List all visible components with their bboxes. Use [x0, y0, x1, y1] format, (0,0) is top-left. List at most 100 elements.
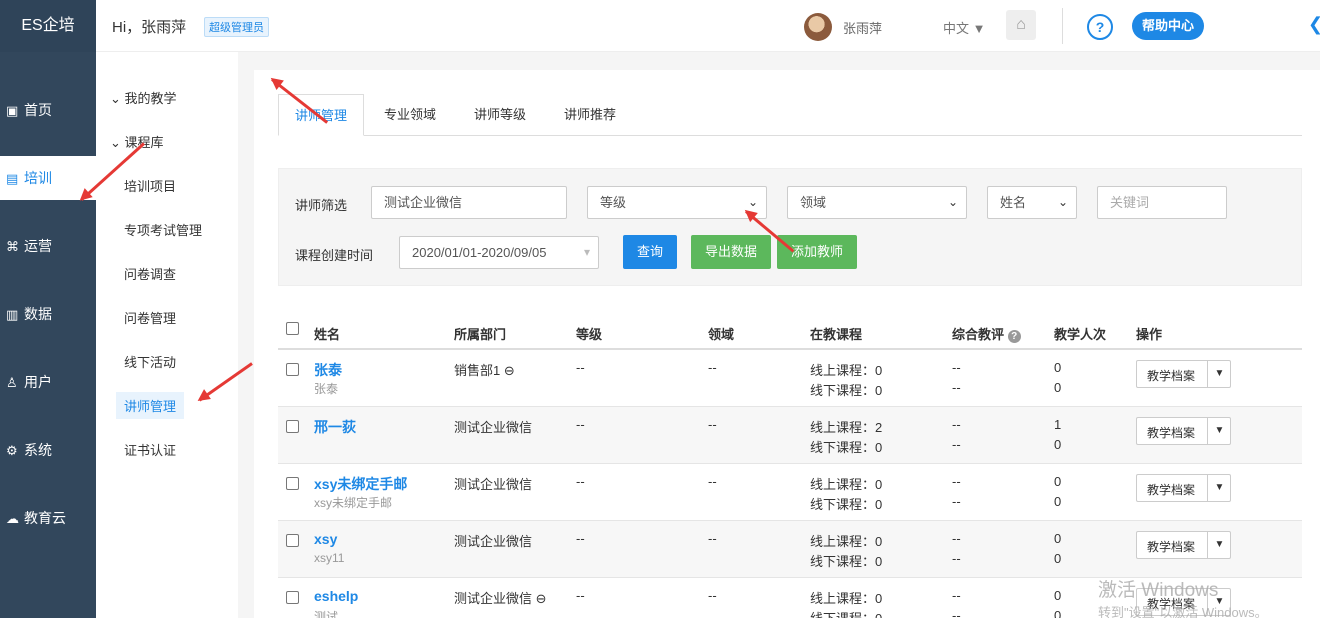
filter-panel: 讲师筛选 测试企业微信 等级 ⌄ 领域 ⌄ 姓名 ⌄ 关键词 课程创建时间 2020/… [278, 168, 1302, 286]
row-checkbox[interactable] [286, 477, 299, 490]
caret-down-icon[interactable]: ▼ [1207, 532, 1231, 558]
teaching-archive-button[interactable]: 教学档案 [1147, 424, 1195, 441]
left-nav: ES企培 ▣ 首页 ▤ 培训 ⌘ 运营 ▥ 数据 ♙ 用户 ⚙ 系统 ☁ 教育云 [0, 0, 96, 618]
home-icon[interactable]: ⌂ [1006, 10, 1036, 40]
chart-icon: ▣ [6, 103, 19, 118]
row-checkbox[interactable] [286, 591, 299, 604]
subnav-item[interactable]: 证书认证 [124, 440, 176, 459]
nav-item-edu-cloud[interactable]: ☁ 教育云 [0, 496, 96, 540]
eval-offline: -- [952, 380, 961, 395]
cloud-icon: ☁ [6, 511, 19, 526]
online-count: 0 [875, 363, 883, 378]
teacher-name-link[interactable]: xsy [314, 531, 337, 547]
table-row: 邢一荻 测试企业微信 -- -- 线上课程：2 线下课程：0 -- -- 1 0… [278, 407, 1302, 464]
dept: 测试企业微信 ⊖ [454, 591, 547, 606]
tab-recommend[interactable]: 讲师推荐 [548, 94, 632, 136]
date-range-input[interactable]: 2020/01/01-2020/09/05 ▾ [399, 236, 599, 269]
subnav-item[interactable]: 线下活动 [124, 352, 176, 371]
nav-label: 教育云 [24, 510, 66, 526]
count-online: 0 [1054, 531, 1062, 546]
nav-item-home[interactable]: ▣ 首页 [0, 88, 96, 132]
level: -- [576, 417, 585, 432]
brand-logo[interactable]: ES企培 [0, 0, 96, 52]
row-checkbox[interactable] [286, 363, 299, 376]
tab-levels[interactable]: 讲师等级 [458, 94, 542, 136]
domain: -- [708, 531, 717, 546]
count-offline: 0 [1054, 551, 1062, 566]
subnav-item[interactable]: 专项考试管理 [124, 220, 202, 239]
dept: 测试企业微信 [454, 534, 533, 549]
chevron-down-icon: ⌄ [1057, 195, 1068, 209]
teacher-name-link[interactable]: eshelp [314, 588, 358, 604]
group-label: 课程库 [124, 135, 164, 150]
nav-item-users[interactable]: ♙ 用户 [0, 360, 96, 404]
nav-item-system[interactable]: ⚙ 系统 [0, 428, 96, 472]
eval-online: -- [952, 474, 961, 489]
select-all-checkbox[interactable] [286, 322, 299, 335]
domain-select[interactable]: 领域 ⌄ [787, 186, 967, 219]
export-button[interactable]: 导出数据 [691, 235, 772, 269]
header-name: 姓名 [314, 327, 341, 342]
header-eval-label: 综合教评 [952, 327, 1005, 342]
avatar[interactable] [804, 13, 832, 41]
teaching-archive-button[interactable]: 教学档案 [1147, 481, 1195, 498]
count-online: 0 [1054, 360, 1062, 375]
nav-item-data[interactable]: ▥ 数据 [0, 292, 96, 336]
add-teacher-button[interactable]: 添加教师 [777, 235, 858, 269]
online-label: 线上课程： [810, 477, 876, 492]
table-header: 姓名 所属部门 等级 领域 在教课程 综合教评 ? 教学人次 操作 [278, 316, 1302, 350]
sub-nav: ⌄ 我的教学 ⌄ 课程库 培训项目 专项考试管理 问卷调查 问卷管理 线下活动 … [96, 52, 238, 618]
header-courses: 在教课程 [810, 327, 863, 342]
caret-down-icon[interactable]: ▼ [1207, 418, 1231, 444]
dept: 销售部1 ⊖ [454, 363, 515, 378]
row-checkbox[interactable] [286, 420, 299, 433]
subnav-group-my-teaching[interactable]: ⌄ 我的教学 [110, 88, 177, 107]
username[interactable]: 张雨萍 [843, 18, 882, 37]
teaching-archive-button[interactable]: 教学档案 [1147, 538, 1195, 555]
offline-label: 线下课程： [810, 611, 875, 618]
subnav-item[interactable]: 培训项目 [124, 176, 176, 195]
teacher-name-link[interactable]: 邢一荻 [314, 417, 356, 437]
teaching-archive-button-group: 教学档案 ▼ [1136, 531, 1231, 559]
header-actions: 操作 [1136, 327, 1163, 342]
caret-down-icon: ▼ [972, 21, 986, 36]
subnav-item[interactable]: 问卷管理 [124, 308, 176, 327]
level: -- [576, 360, 585, 375]
gear-icon: ⚙ [6, 443, 18, 458]
teacher-table: 姓名 所属部门 等级 领域 在教课程 综合教评 ? 教学人次 操作 张泰 张泰 … [278, 316, 1302, 618]
windows-watermark: 激活 Windows [1098, 580, 1219, 601]
org-input[interactable]: 测试企业微信 [371, 186, 567, 219]
header-level: 等级 [576, 327, 603, 342]
subnav-item[interactable]: 问卷调查 [124, 264, 176, 283]
help-question-icon[interactable]: ? [1087, 14, 1113, 40]
language-select[interactable]: 中文 ▼ [943, 18, 986, 37]
date-value: 2020/01/01-2020/09/05 [412, 245, 547, 260]
help-center-button[interactable]: 帮助中心 [1132, 12, 1205, 40]
query-button[interactable]: 查询 [623, 235, 678, 269]
caret-down-icon[interactable]: ▼ [1207, 361, 1231, 387]
tab-domains[interactable]: 专业领域 [368, 94, 452, 136]
caret-down-icon[interactable]: ▼ [1207, 475, 1231, 501]
teacher-name-link[interactable]: 张泰 [314, 360, 342, 380]
teacher-name-link[interactable]: xsy未绑定手邮 [314, 474, 407, 494]
nav-item-operations[interactable]: ⌘ 运营 [0, 224, 96, 268]
level: -- [576, 588, 585, 603]
count-offline: 0 [1054, 380, 1062, 395]
online-count: 0 [875, 477, 883, 492]
offline-label: 线下课程： [810, 554, 876, 569]
name-select[interactable]: 姓名 ⌄ [987, 186, 1077, 219]
date-label: 课程创建时间 [295, 248, 374, 263]
keyword-input[interactable]: 关键词 [1097, 186, 1227, 219]
row-checkbox[interactable] [286, 534, 299, 547]
subnav-item-teacher-management[interactable]: 讲师管理 [116, 392, 185, 419]
count-online: 0 [1054, 474, 1062, 489]
offline-label: 线下课程： [810, 383, 876, 398]
nav-label: 培训 [24, 170, 52, 186]
collapse-icon[interactable]: ❮ [1308, 14, 1320, 35]
offline-courses: 线下课程：0 [810, 494, 882, 513]
eval-online: -- [952, 417, 961, 432]
info-icon[interactable]: ? [1007, 330, 1021, 343]
online-courses: 线上课程：0 [810, 588, 882, 607]
offline-count: 0 [875, 554, 883, 569]
teaching-archive-button[interactable]: 教学档案 [1147, 367, 1195, 384]
